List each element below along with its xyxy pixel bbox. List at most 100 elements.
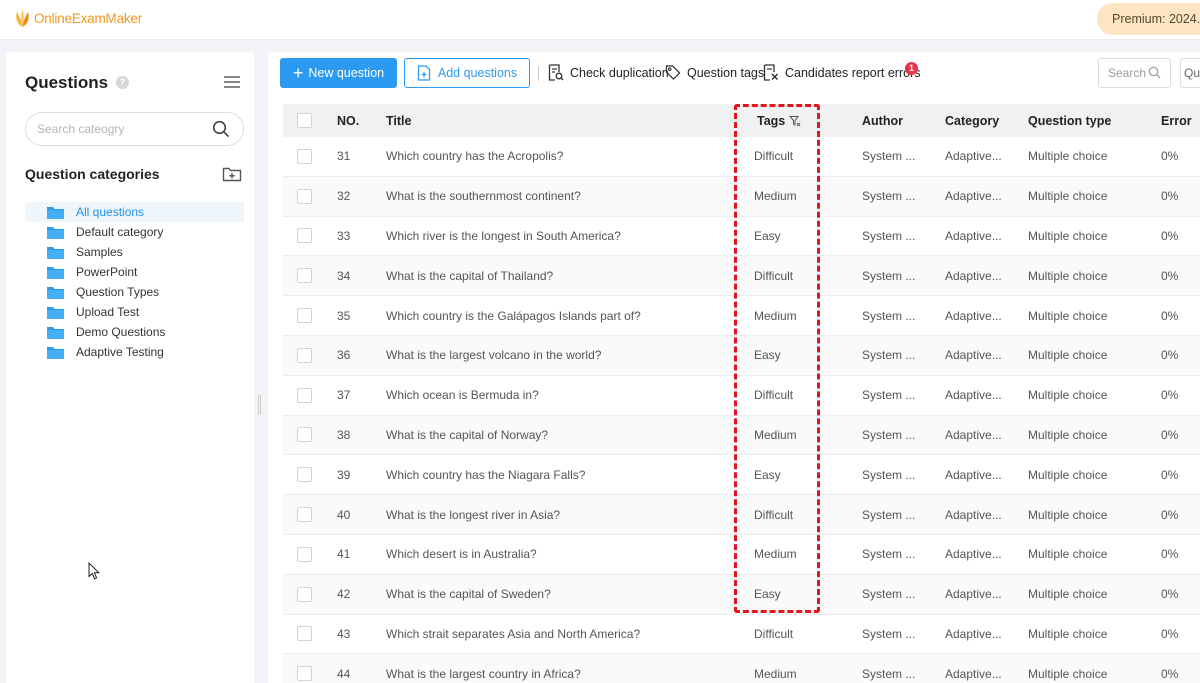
row-error-rate: 0% <box>1161 547 1179 562</box>
row-checkbox[interactable] <box>296 586 312 602</box>
row-no: 37 <box>337 388 351 403</box>
row-title[interactable]: What is the southernmost continent? <box>386 189 754 203</box>
check-duplication-button[interactable]: Check duplication <box>548 64 669 81</box>
table-row[interactable]: 35 Which country is the Galápagos Islands… <box>283 296 1200 336</box>
row-error-rate: 0% <box>1161 189 1179 204</box>
row-title[interactable]: Which desert is in Australia? <box>386 547 754 561</box>
check-duplication-icon <box>548 64 564 81</box>
row-title[interactable]: What is the largest country in Africa? <box>386 667 754 681</box>
table-row[interactable]: 42 What is the capital of Sweden? Easy Syst… <box>283 574 1200 615</box>
row-tag: Difficult <box>754 149 794 164</box>
row-checkbox[interactable] <box>296 666 312 682</box>
row-title[interactable]: What is the largest volcano in the world… <box>386 348 754 362</box>
row-author: System ... <box>862 626 916 641</box>
table-row[interactable]: 32 What is the southernmost continent? Med… <box>283 176 1200 217</box>
row-error-rate: 0% <box>1161 666 1179 681</box>
row-checkbox[interactable] <box>296 467 312 483</box>
row-error-rate: 0% <box>1161 467 1179 482</box>
row-checkbox[interactable] <box>296 228 312 244</box>
category-item-question-types[interactable]: Question Types <box>25 282 244 302</box>
row-title[interactable]: What is the longest river in Asia? <box>386 508 754 522</box>
row-question-type: Multiple choice <box>1028 348 1108 363</box>
category-item-samples[interactable]: Samples <box>25 242 244 262</box>
row-question-type: Multiple choice <box>1028 666 1108 681</box>
row-checkbox[interactable] <box>296 188 312 204</box>
menu-icon[interactable] <box>224 76 240 90</box>
row-question-type: Multiple choice <box>1028 308 1108 323</box>
row-checkbox[interactable] <box>296 507 312 523</box>
row-checkbox[interactable] <box>296 308 312 324</box>
table-row[interactable]: 40 What is the longest river in Asia? Diff… <box>283 495 1200 535</box>
row-title[interactable]: What is the capital of Norway? <box>386 428 754 442</box>
row-title[interactable]: Which country is the Galápagos Islands p… <box>386 309 754 323</box>
category-item-demo-questions[interactable]: Demo Questions <box>25 322 244 342</box>
mouse-cursor-icon <box>88 562 100 580</box>
new-question-button[interactable]: + New question <box>280 58 397 88</box>
row-tag: Easy <box>754 228 781 243</box>
header-category: Category <box>945 113 1000 128</box>
table-row[interactable]: 31 Which country has the Acropolis? Diffic… <box>283 137 1200 177</box>
panel-resize-handle[interactable] <box>258 395 261 415</box>
row-no: 36 <box>337 348 351 363</box>
table-row[interactable]: 33 Which river is the longest in South Am… <box>283 217 1200 257</box>
table-row[interactable]: 41 Which desert is in Australia? Medium Sys… <box>283 535 1200 575</box>
row-tag: Difficult <box>754 626 794 641</box>
row-checkbox[interactable] <box>296 268 312 284</box>
question-tags-button[interactable]: Question tags <box>665 64 764 81</box>
row-title[interactable]: Which country has the Niagara Falls? <box>386 468 754 482</box>
folder-add-icon[interactable] <box>222 166 242 182</box>
category-label: Demo Questions <box>76 325 166 339</box>
row-error-rate: 0% <box>1161 587 1179 602</box>
row-author: System ... <box>862 348 916 363</box>
row-checkbox[interactable] <box>296 626 312 642</box>
row-checkbox[interactable] <box>296 427 312 443</box>
row-category: Adaptive... <box>945 308 1002 323</box>
table-row[interactable]: 34 What is the capital of Thailand? Diffic… <box>283 256 1200 297</box>
logo[interactable]: OnlineExamMaker <box>14 8 142 28</box>
candidates-report-errors-button[interactable]: Candidates report errors <box>763 64 920 81</box>
help-icon[interactable]: ? <box>116 76 129 89</box>
search-icon[interactable] <box>1148 66 1161 79</box>
filter-icon[interactable] <box>789 115 801 127</box>
row-question-type: Multiple choice <box>1028 268 1108 283</box>
table-row[interactable]: 37 Which ocean is Bermuda in? Difficult Sys… <box>283 376 1200 416</box>
row-question-type: Multiple choice <box>1028 427 1108 442</box>
row-checkbox[interactable] <box>296 347 312 363</box>
row-checkbox[interactable] <box>296 387 312 403</box>
category-item-adaptive-testing[interactable]: Adaptive Testing <box>25 342 244 362</box>
report-errors-icon <box>763 64 778 81</box>
questions-table: NO. Title Tags Author Category Question … <box>283 104 1200 683</box>
category-item-all-questions[interactable]: All questions <box>25 202 244 222</box>
search-icon[interactable] <box>212 120 230 138</box>
category-item-powerpoint[interactable]: PowerPoint <box>25 262 244 282</box>
add-questions-button[interactable]: Add questions <box>404 58 530 88</box>
table-row[interactable]: 44 What is the largest country in Africa?… <box>283 654 1200 683</box>
row-title[interactable]: What is the capital of Thailand? <box>386 269 754 283</box>
row-category: Adaptive... <box>945 228 1002 243</box>
row-title[interactable]: Which ocean is Bermuda in? <box>386 388 754 402</box>
row-no: 44 <box>337 666 351 681</box>
table-row[interactable]: 39 Which country has the Niagara Falls? Ea… <box>283 455 1200 496</box>
row-author: System ... <box>862 228 916 243</box>
category-label: All questions <box>76 205 145 219</box>
table-row[interactable]: 43 Which strait separates Asia and North … <box>283 615 1200 655</box>
category-item-upload-test[interactable]: Upload Test <box>25 302 244 322</box>
row-category: Adaptive... <box>945 587 1002 602</box>
row-checkbox[interactable] <box>296 546 312 562</box>
row-category: Adaptive... <box>945 427 1002 442</box>
select-all-checkbox[interactable] <box>296 113 312 128</box>
category-item-default[interactable]: Default category <box>25 222 244 242</box>
table-row[interactable]: 38 What is the capital of Norway? Medium Sy… <box>283 415 1200 456</box>
table-row[interactable]: 36 What is the largest volcano in the wor… <box>283 335 1200 376</box>
row-checkbox[interactable] <box>296 148 312 164</box>
query-select[interactable]: Que <box>1180 58 1200 88</box>
row-author: System ... <box>862 467 916 482</box>
toolbar-divider <box>538 66 539 81</box>
row-title[interactable]: Which strait separates Asia and North Am… <box>386 627 754 641</box>
row-title[interactable]: What is the capital of Sweden? <box>386 587 754 601</box>
errors-count-badge: 1 <box>905 62 918 75</box>
row-title[interactable]: Which river is the longest in South Amer… <box>386 229 754 243</box>
premium-badge[interactable]: Premium: 2024.0 <box>1097 3 1200 35</box>
category-label: Question Types <box>76 285 160 299</box>
row-title[interactable]: Which country has the Acropolis? <box>386 149 754 163</box>
